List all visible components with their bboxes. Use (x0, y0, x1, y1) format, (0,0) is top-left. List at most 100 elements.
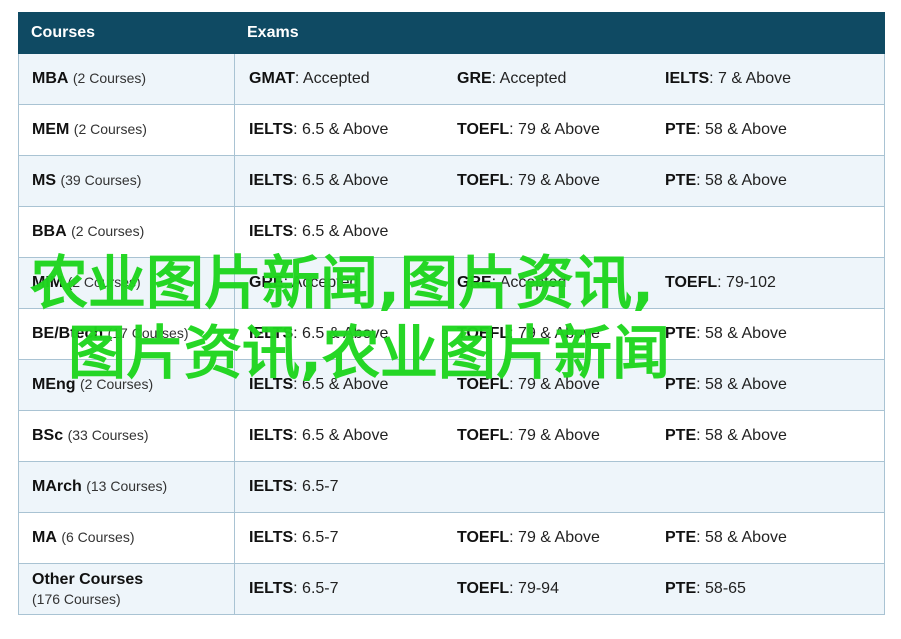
course-name: MBA (32, 70, 69, 87)
exam-name: TOEFL (665, 274, 718, 291)
course-count: (39 Courses) (60, 172, 142, 188)
table-row: MArch (13 Courses) IELTS: 6.5-7 (18, 461, 885, 513)
exam-score: : 6.5 & Above (293, 172, 389, 189)
exam-score: : 58 & Above (696, 325, 787, 342)
exam-name: TOEFL (457, 325, 510, 342)
exam-requirement: IELTS: 6.5 & Above (249, 427, 457, 445)
exam-name: IELTS (249, 121, 294, 138)
table-row: BBA (2 Courses) IELTS: 6.5 & Above (18, 206, 885, 258)
exam-name: PTE (665, 427, 697, 444)
header-courses: Courses (18, 12, 235, 54)
exam-score: : 58 & Above (696, 427, 787, 444)
exam-score: : 6.5 & Above (293, 121, 389, 138)
exam-requirement: PTE: 58 & Above (665, 172, 873, 190)
exam-name: TOEFL (457, 427, 510, 444)
exam-name: IELTS (249, 223, 294, 240)
exam-name: TOEFL (457, 529, 510, 546)
course-count: (176 Courses) (32, 591, 121, 607)
exam-score: : 58 & Above (696, 172, 787, 189)
course-name: BBA (32, 223, 67, 240)
course-cell: MArch (13 Courses) (18, 461, 235, 513)
course-count: (33 Courses) (67, 427, 149, 443)
course-name: MS (32, 172, 56, 189)
exam-name: IELTS (249, 172, 294, 189)
table-row: MIM (2 Courses) GRE: Accepted GRE: Accepte… (18, 257, 885, 309)
course-count: (6 Courses) (61, 529, 135, 545)
exam-requirement: GMAT: Accepted (249, 70, 457, 88)
exam-score: : 58-65 (696, 580, 746, 597)
course-cell: MEM (2 Courses) (18, 104, 235, 156)
exams-cell: IELTS: 6.5 & Above TOEFL: 79 & Above PTE: … (234, 308, 885, 360)
exam-score: : 79-94 (509, 580, 559, 597)
exam-score: : 7 & Above (709, 70, 791, 87)
course-cell: MIM (2 Courses) (18, 257, 235, 309)
course-count: (17 Courses) (107, 325, 189, 341)
exam-requirement: PTE: 58 & Above (665, 529, 873, 547)
exam-score: : 6.5 & Above (293, 223, 389, 240)
exam-score: : 79-102 (717, 274, 776, 291)
exam-score: : 79 & Above (509, 325, 600, 342)
exam-name: PTE (665, 376, 697, 393)
exam-score: : 58 & Above (696, 376, 787, 393)
exam-name: IELTS (249, 376, 294, 393)
table-header-row: Courses Exams (18, 12, 885, 54)
exam-requirements-table: Courses Exams MBA (2 Courses) GMAT: Accep… (18, 12, 885, 615)
exam-score: : 58 & Above (696, 121, 787, 138)
exam-requirement: IELTS: 6.5 & Above (249, 121, 457, 139)
course-count: (13 Courses) (86, 478, 168, 494)
exam-requirement: GRE: Accepted (249, 274, 457, 292)
exams-cell: GRE: Accepted GRE: Accepted TOEFL: 79-102 (234, 257, 885, 309)
exam-name: PTE (665, 325, 697, 342)
exam-requirement: TOEFL: 79 & Above (457, 172, 665, 190)
exam-score: : 79 & Above (509, 529, 600, 546)
exam-name: GRE (457, 70, 492, 87)
exam-name: IELTS (665, 70, 710, 87)
exam-requirement: IELTS: 6.5 & Above (249, 325, 457, 343)
exam-requirement: PTE: 58 & Above (665, 427, 873, 445)
exam-name: IELTS (249, 427, 294, 444)
exam-requirements-table-container: Courses Exams MBA (2 Courses) GMAT: Accep… (18, 12, 885, 615)
course-name: MArch (32, 478, 82, 495)
course-cell: BSc (33 Courses) (18, 410, 235, 462)
table-row: MEng (2 Courses) IELTS: 6.5 & Above TOEFL:… (18, 359, 885, 411)
course-cell: MEng (2 Courses) (18, 359, 235, 411)
course-name: MIM (32, 274, 64, 291)
exams-cell: IELTS: 6.5-7 TOEFL: 79-94 PTE: 58-65 (234, 563, 885, 615)
exams-cell: IELTS: 6.5-7 TOEFL: 79 & Above PTE: 58 & A… (234, 512, 885, 564)
table-row: Other Courses (176 Courses) IELTS: 6.5-7 T… (18, 563, 885, 615)
exam-requirement: PTE: 58 & Above (665, 376, 873, 394)
exam-score: : 6.5 & Above (293, 376, 389, 393)
exam-requirement: PTE: 58 & Above (665, 121, 873, 139)
exam-name: IELTS (249, 580, 294, 597)
exam-score: : 6.5-7 (293, 580, 339, 597)
course-name: MEng (32, 376, 76, 393)
exam-name: GRE (249, 274, 284, 291)
course-count: (2 Courses) (72, 70, 147, 86)
exams-cell: IELTS: 6.5 & Above TOEFL: 79 & Above PTE: … (234, 359, 885, 411)
course-count: (2 Courses) (71, 223, 145, 239)
exam-name: GMAT (249, 70, 295, 87)
exam-name: IELTS (249, 478, 294, 495)
header-exams: Exams (234, 12, 885, 54)
table-row: MA (6 Courses) IELTS: 6.5-7 TOEFL: 79 & Ab… (18, 512, 885, 564)
exams-cell: GMAT: Accepted GRE: Accepted IELTS: 7 & Ab… (234, 53, 885, 105)
course-name: MA (32, 529, 57, 546)
exam-requirement: IELTS: 7 & Above (665, 70, 873, 88)
exam-score: : 6.5-7 (293, 478, 339, 495)
exam-requirement: GRE: Accepted (457, 70, 665, 88)
exam-requirement: IELTS: 6.5-7 (249, 529, 457, 547)
table-row: BSc (33 Courses) IELTS: 6.5 & Above TOEFL:… (18, 410, 885, 462)
exam-score: : 79 & Above (509, 427, 600, 444)
table-row: MEM (2 Courses) IELTS: 6.5 & Above TOEFL: … (18, 104, 885, 156)
exam-name: TOEFL (457, 121, 510, 138)
exam-requirement: TOEFL: 79 & Above (457, 376, 665, 394)
exams-cell: IELTS: 6.5 & Above TOEFL: 79 & Above PTE: … (234, 155, 885, 207)
course-cell: BBA (2 Courses) (18, 206, 235, 258)
exam-score: : 79 & Above (509, 172, 600, 189)
exams-cell: IELTS: 6.5-7 (234, 461, 885, 513)
exam-requirement: TOEFL: 79 & Above (457, 121, 665, 139)
course-name: MEM (32, 121, 70, 138)
exam-name: PTE (665, 121, 697, 138)
exam-requirement: PTE: 58-65 (665, 580, 873, 598)
course-name: BSc (32, 427, 64, 444)
